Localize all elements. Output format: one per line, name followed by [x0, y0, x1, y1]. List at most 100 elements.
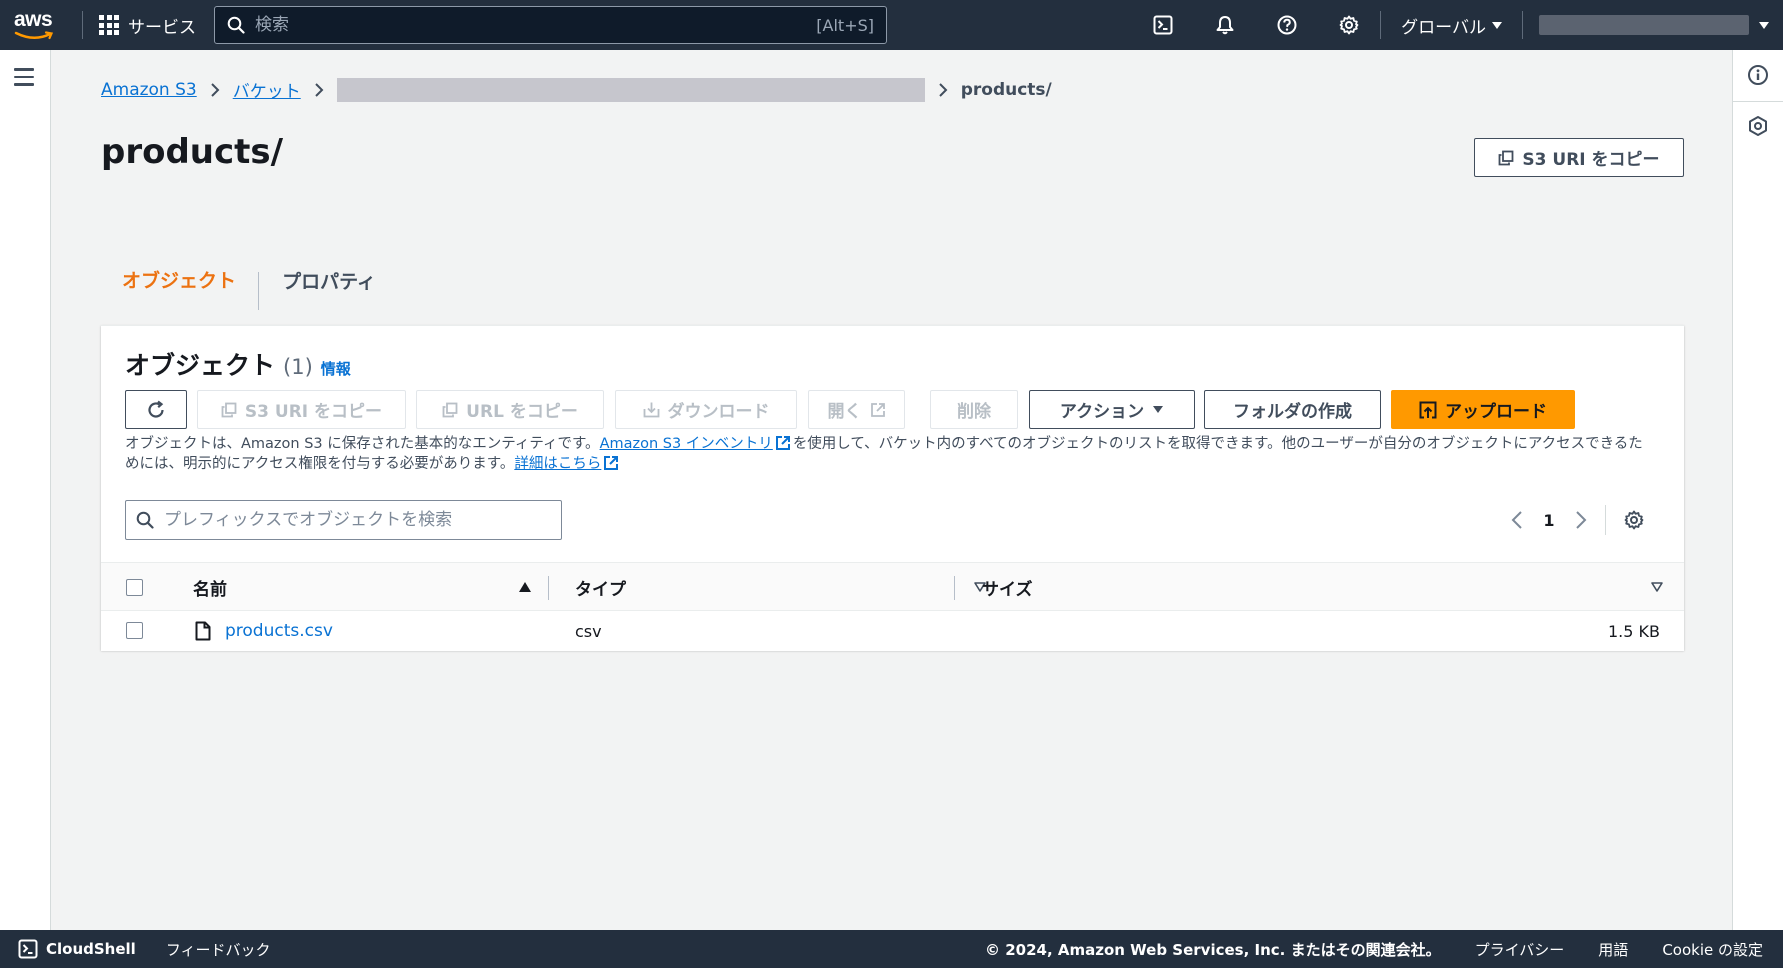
copy-icon	[1499, 150, 1514, 165]
settings-button[interactable]	[1318, 0, 1380, 50]
object-name-cell: products.csv	[225, 611, 333, 651]
copy-url-button[interactable]: URL をコピー	[416, 390, 604, 429]
objects-table-header: 名前 タイプ サイズ	[101, 562, 1684, 611]
help-button[interactable]	[1256, 0, 1318, 50]
breadcrumb: Amazon S3 バケット products/	[101, 77, 1052, 102]
search-input[interactable]	[255, 15, 817, 35]
pagination: 1	[1501, 504, 1650, 536]
page-number-current[interactable]: 1	[1533, 511, 1565, 530]
tab-list: オブジェクト プロパティ	[101, 230, 1684, 331]
external-link-icon[interactable]	[603, 455, 619, 471]
breadcrumb-buckets[interactable]: バケット	[233, 77, 301, 102]
row-checkbox[interactable]	[126, 622, 143, 639]
aws-logo[interactable]: aws	[14, 0, 72, 50]
column-separator	[954, 576, 955, 600]
refresh-button[interactable]	[125, 390, 187, 429]
caret-down-icon	[1153, 405, 1164, 413]
cookie-settings-link[interactable]: Cookie の設定	[1662, 939, 1763, 960]
upload-button[interactable]: アップロード	[1391, 390, 1575, 429]
services-menu-button[interactable]: サービス	[93, 0, 202, 50]
hamburger-menu-icon[interactable]	[14, 68, 34, 91]
upload-label: アップロード	[1445, 402, 1547, 422]
copyright-text: © 2024, Amazon Web Services, Inc. またはその関…	[984, 940, 1441, 959]
cloudshell-footer-button[interactable]: CloudShell	[18, 939, 136, 959]
prefix-search-input[interactable]	[164, 510, 551, 530]
gear-icon	[1339, 15, 1359, 35]
global-search[interactable]: [Alt+S]	[214, 6, 887, 44]
actions-label: アクション	[1059, 402, 1145, 422]
learn-more-link[interactable]: 詳細はこちら	[514, 456, 601, 472]
privacy-link[interactable]: プライバシー	[1475, 939, 1565, 960]
actions-dropdown[interactable]: アクション	[1029, 390, 1195, 429]
breadcrumb-amazon-s3[interactable]: Amazon S3	[101, 80, 197, 100]
feedback-link[interactable]: フィードバック	[166, 939, 271, 960]
refresh-icon	[148, 400, 164, 418]
delete-button[interactable]: 削除	[930, 390, 1018, 429]
bell-icon	[1216, 16, 1234, 35]
copy-s3-uri-toolbar-button[interactable]: S3 URI をコピー	[197, 390, 406, 429]
security-hexagon-icon[interactable]	[1747, 115, 1769, 137]
cloudshell-button[interactable]	[1132, 0, 1194, 50]
open-label: 開く	[827, 402, 862, 422]
objects-panel: オブジェクト (1) 情報 S3 URI をコピー URL をコピー ダウンロー…	[101, 325, 1684, 651]
account-name-redacted	[1539, 15, 1749, 35]
sort-icon[interactable]	[1650, 580, 1664, 594]
tab-properties[interactable]: プロパティ	[259, 230, 399, 330]
search-icon	[136, 511, 154, 529]
create-folder-button[interactable]: フォルダの作成	[1204, 390, 1381, 429]
help-icon	[1277, 15, 1297, 35]
column-header-type[interactable]: タイプ	[575, 563, 626, 612]
object-name-link[interactable]: products.csv	[225, 621, 333, 641]
aws-logo-text: aws	[14, 7, 53, 31]
table-preferences-button[interactable]	[1618, 504, 1650, 536]
select-all-checkbox[interactable]	[126, 579, 143, 596]
breadcrumb-bucket-redacted[interactable]	[336, 77, 925, 102]
external-link-icon	[870, 402, 885, 417]
page-title: products/	[101, 132, 284, 172]
info-link[interactable]: 情報	[321, 358, 351, 379]
account-menu[interactable]	[1523, 15, 1783, 35]
breadcrumb-current: products/	[960, 79, 1052, 100]
terms-link[interactable]: 用語	[1598, 939, 1628, 960]
tab-objects[interactable]: オブジェクト	[101, 230, 257, 331]
download-button[interactable]: ダウンロード	[615, 390, 797, 429]
main-content: Amazon S3 バケット products/ products/ S3 UR…	[51, 50, 1732, 930]
objects-panel-title: オブジェクト	[125, 351, 276, 380]
objects-count: (1)	[283, 355, 313, 379]
top-navigation: aws サービス [Alt+S]	[0, 0, 1783, 50]
left-rail	[0, 50, 51, 930]
nav-divider	[82, 11, 83, 39]
chevron-left-icon	[1511, 511, 1522, 529]
cloudshell-icon	[1153, 15, 1173, 35]
upload-icon	[1419, 401, 1437, 418]
notifications-button[interactable]	[1194, 0, 1256, 50]
footer: CloudShell フィードバック © 2024, Amazon Web Se…	[0, 930, 1783, 968]
right-rail	[1732, 50, 1783, 930]
objects-description: オブジェクトは、Amazon S3 に保存された基本的なエンティティです。Ama…	[125, 434, 1655, 474]
file-icon	[195, 621, 211, 641]
open-button[interactable]: 開く	[808, 390, 905, 429]
objects-panel-header: オブジェクト (1) 情報	[125, 346, 351, 382]
download-icon	[643, 402, 659, 418]
prefix-search-field[interactable]	[125, 500, 562, 540]
copy-s3-uri-button[interactable]: S3 URI をコピー	[1474, 138, 1684, 177]
s3-inventory-link[interactable]: Amazon S3 インベントリ	[600, 436, 773, 452]
chevron-right-icon	[314, 82, 324, 98]
aws-smile-icon	[14, 30, 54, 39]
column-header-name[interactable]: 名前	[193, 563, 227, 612]
caret-down-icon	[1492, 21, 1502, 29]
chevron-right-icon	[1576, 511, 1587, 529]
delete-label: 削除	[957, 402, 991, 422]
footer-links: © 2024, Amazon Web Services, Inc. またはその関…	[985, 939, 1783, 960]
nav-icons: グローバル	[1132, 0, 1783, 50]
column-header-size[interactable]: サイズ	[982, 563, 1033, 612]
copy-s3-uri-label: S3 URI をコピー	[1522, 150, 1660, 170]
previous-page-button[interactable]	[1501, 504, 1533, 536]
chevron-right-icon	[210, 82, 220, 98]
info-icon[interactable]	[1747, 64, 1769, 86]
next-page-button[interactable]	[1565, 504, 1597, 536]
objects-toolbar: S3 URI をコピー URL をコピー ダウンロード 開く 削除 アクション …	[125, 390, 1665, 430]
sort-ascending-icon[interactable]	[518, 580, 532, 594]
region-selector[interactable]: グローバル	[1381, 13, 1522, 38]
external-link-icon[interactable]	[775, 435, 791, 451]
